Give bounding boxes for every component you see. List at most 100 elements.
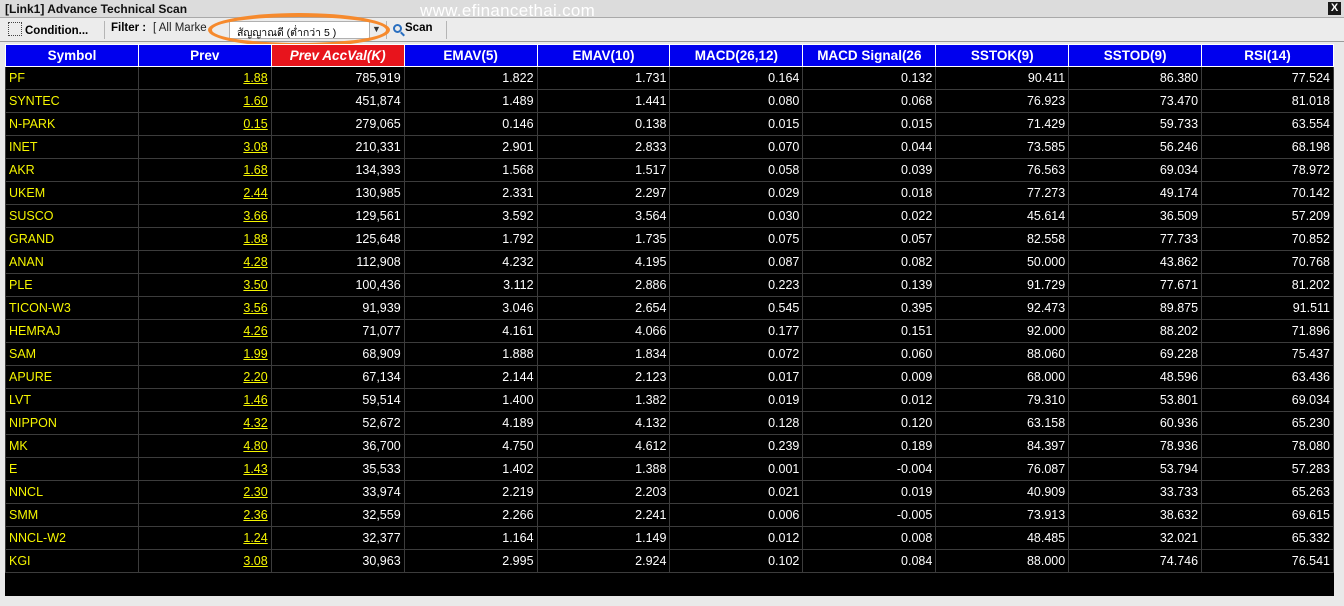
value-cell: 100,436 — [270, 273, 405, 297]
value-cell: -0.004 — [802, 457, 937, 481]
symbol-cell[interactable]: ANAN — [5, 250, 139, 274]
column-header-6[interactable]: MACD Signal(26 — [802, 44, 937, 67]
symbol-cell[interactable]: N-PARK — [5, 112, 139, 136]
symbol-cell[interactable]: NIPPON — [5, 411, 139, 435]
value-cell: 60.936 — [1068, 411, 1203, 435]
prev-price-link[interactable]: 3.08 — [137, 135, 272, 159]
prev-price-link[interactable]: 2.36 — [137, 503, 272, 527]
symbol-cell[interactable]: MK — [5, 434, 139, 458]
prev-price-link[interactable]: 1.88 — [137, 227, 272, 251]
table-row[interactable]: APURE 2.20 67,134 2.144 2.123 0.017 0.009 68.00… — [5, 365, 1334, 389]
symbol-cell[interactable]: NNCL-W2 — [5, 526, 139, 550]
table-row[interactable]: SAM 1.99 68,909 1.888 1.834 0.072 0.060 88.060 6… — [5, 342, 1334, 366]
column-header-1[interactable]: Prev — [137, 44, 272, 67]
table-row[interactable]: NNCL 2.30 33,974 2.219 2.203 0.021 0.019 40.909… — [5, 480, 1334, 504]
symbol-cell[interactable]: LVT — [5, 388, 139, 412]
market-filter-dropdown[interactable]: [ All Marke — [153, 22, 207, 34]
column-header-8[interactable]: SSTOD(9) — [1068, 44, 1203, 67]
symbol-cell[interactable]: PLE — [5, 273, 139, 297]
prev-price-link[interactable]: 3.50 — [137, 273, 272, 297]
symbol-cell[interactable]: INET — [5, 135, 139, 159]
close-button[interactable]: X — [1328, 2, 1341, 15]
signal-select[interactable]: สัญญาณดี (ต่ำกว่า 5 ) — [229, 21, 370, 39]
symbol-cell[interactable]: HEMRAJ — [5, 319, 139, 343]
table-row[interactable]: INET 3.08 210,331 2.901 2.833 0.070 0.044 73.58… — [5, 135, 1334, 159]
prev-price-link[interactable]: 1.60 — [137, 89, 272, 113]
column-header-5[interactable]: MACD(26,12) — [669, 44, 804, 67]
column-header-0[interactable]: Symbol — [5, 44, 139, 67]
symbol-cell[interactable]: SAM — [5, 342, 139, 366]
table-row[interactable]: SMM 2.36 32,559 2.266 2.241 0.006 -0.005 73.913… — [5, 503, 1334, 527]
column-header-4[interactable]: EMAV(10) — [536, 44, 671, 67]
value-cell: 0.022 — [802, 204, 937, 228]
table-row[interactable]: TICON-W3 3.56 91,939 3.046 2.654 0.545 0.395 92… — [5, 296, 1334, 320]
column-header-3[interactable]: EMAV(5) — [403, 44, 538, 67]
prev-price-link[interactable]: 4.28 — [137, 250, 272, 274]
value-cell: 4.750 — [403, 434, 538, 458]
prev-price-link[interactable]: 2.20 — [137, 365, 272, 389]
table-row[interactable]: GRAND 1.88 125,648 1.792 1.735 0.075 0.057 82.5… — [5, 227, 1334, 251]
value-cell: 70.142 — [1201, 181, 1334, 205]
value-cell: 32,377 — [270, 526, 405, 550]
prev-price-link[interactable]: 3.08 — [137, 549, 272, 573]
scan-button[interactable]: Scan — [393, 22, 433, 34]
table-row[interactable]: NNCL-W2 1.24 32,377 1.164 1.149 0.012 0.008 48.… — [5, 526, 1334, 550]
symbol-cell[interactable]: APURE — [5, 365, 139, 389]
table-row[interactable]: UKEM 2.44 130,985 2.331 2.297 0.029 0.018 77.27… — [5, 181, 1334, 205]
value-cell: 63.436 — [1201, 365, 1334, 389]
table-row[interactable]: SUSCO 3.66 129,561 3.592 3.564 0.030 0.022 45.6… — [5, 204, 1334, 228]
symbol-cell[interactable]: SMM — [5, 503, 139, 527]
column-header-7[interactable]: SSTOK(9) — [935, 44, 1070, 67]
symbol-cell[interactable]: KGI — [5, 549, 139, 573]
value-cell: 1.888 — [403, 342, 538, 366]
column-header-2[interactable]: Prev AccVal(K) — [270, 44, 405, 67]
table-row[interactable]: AKR 1.68 134,393 1.568 1.517 0.058 0.039 76.563… — [5, 158, 1334, 182]
dropdown-arrow-icon[interactable]: ▼ — [372, 24, 381, 34]
column-header-9[interactable]: RSI(14) — [1201, 44, 1334, 67]
condition-button[interactable]: Condition... — [8, 22, 88, 37]
table-row[interactable]: PLE 3.50 100,436 3.112 2.886 0.223 0.139 91.729… — [5, 273, 1334, 297]
prev-price-link[interactable]: 3.66 — [137, 204, 272, 228]
symbol-cell[interactable]: SUSCO — [5, 204, 139, 228]
symbol-cell[interactable]: SYNTEC — [5, 89, 139, 113]
symbol-cell[interactable]: UKEM — [5, 181, 139, 205]
prev-price-link[interactable]: 0.15 — [137, 112, 272, 136]
symbol-cell[interactable]: E — [5, 457, 139, 481]
table-row[interactable]: PF 1.88 785,919 1.822 1.731 0.164 0.132 90.411 8… — [5, 66, 1334, 90]
prev-price-link[interactable]: 1.99 — [137, 342, 272, 366]
table-row[interactable]: KGI 3.08 30,963 2.995 2.924 0.102 0.084 88.000 7… — [5, 549, 1334, 573]
prev-price-link[interactable]: 1.88 — [137, 66, 272, 90]
value-cell: 77.671 — [1068, 273, 1203, 297]
prev-price-link[interactable]: 1.68 — [137, 158, 272, 182]
prev-price-link[interactable]: 3.56 — [137, 296, 272, 320]
table-row[interactable]: NIPPON 4.32 52,672 4.189 4.132 0.128 0.120 63.1… — [5, 411, 1334, 435]
prev-price-link[interactable]: 1.46 — [137, 388, 272, 412]
prev-price-link[interactable]: 2.44 — [137, 181, 272, 205]
table-row[interactable]: MK 4.80 36,700 4.750 4.612 0.239 0.189 84.397 78… — [5, 434, 1334, 458]
window-bottom-edge — [0, 596, 1344, 606]
symbol-cell[interactable]: GRAND — [5, 227, 139, 251]
value-cell: 68,909 — [270, 342, 405, 366]
value-cell: 1.489 — [403, 89, 538, 113]
table-row[interactable]: SYNTEC 1.60 451,874 1.489 1.441 0.080 0.068 76.… — [5, 89, 1334, 113]
prev-price-link[interactable]: 4.26 — [137, 319, 272, 343]
symbol-cell[interactable]: AKR — [5, 158, 139, 182]
symbol-cell[interactable]: NNCL — [5, 480, 139, 504]
value-cell: 1.441 — [536, 89, 671, 113]
table-row[interactable]: N-PARK 0.15 279,065 0.146 0.138 0.015 0.015 71.… — [5, 112, 1334, 136]
value-cell: 279,065 — [270, 112, 405, 136]
value-cell: 48.485 — [935, 526, 1070, 550]
prev-price-link[interactable]: 4.32 — [137, 411, 272, 435]
value-cell: 0.545 — [669, 296, 804, 320]
prev-price-link[interactable]: 1.24 — [137, 526, 272, 550]
symbol-cell[interactable]: TICON-W3 — [5, 296, 139, 320]
value-cell: 91.729 — [935, 273, 1070, 297]
table-row[interactable]: HEMRAJ 4.26 71,077 4.161 4.066 0.177 0.151 92.0… — [5, 319, 1334, 343]
prev-price-link[interactable]: 4.80 — [137, 434, 272, 458]
table-row[interactable]: ANAN 4.28 112,908 4.232 4.195 0.087 0.082 50.00… — [5, 250, 1334, 274]
table-row[interactable]: E 1.43 35,533 1.402 1.388 0.001 -0.004 76.087 53… — [5, 457, 1334, 481]
table-row[interactable]: LVT 1.46 59,514 1.400 1.382 0.019 0.012 79.310 5… — [5, 388, 1334, 412]
symbol-cell[interactable]: PF — [5, 66, 139, 90]
prev-price-link[interactable]: 2.30 — [137, 480, 272, 504]
prev-price-link[interactable]: 1.43 — [137, 457, 272, 481]
